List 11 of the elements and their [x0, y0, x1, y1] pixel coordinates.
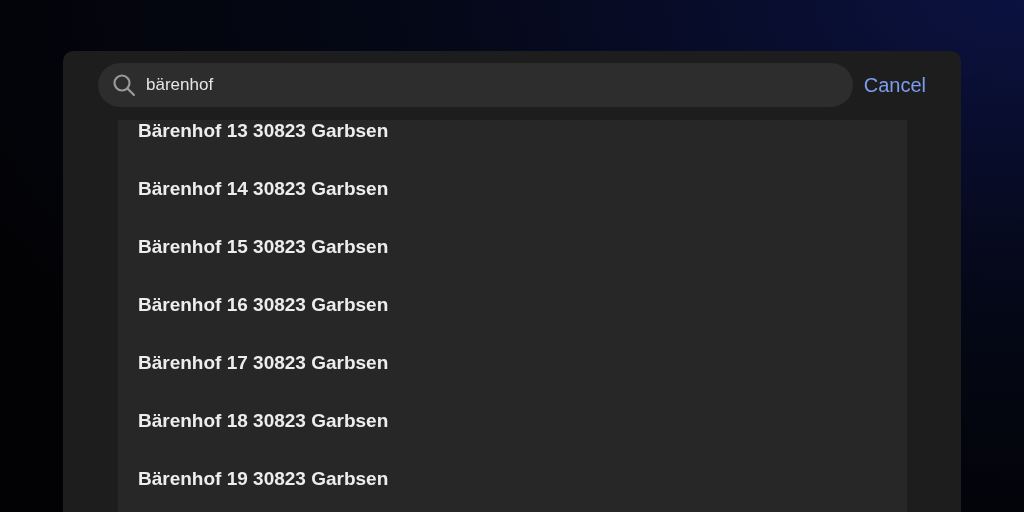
result-item[interactable]: Bärenhof 19 30823 Garbsen — [138, 468, 389, 490]
result-item[interactable]: Bärenhof 17 30823 Garbsen — [138, 352, 389, 374]
cancel-button[interactable]: Cancel — [863, 73, 926, 97]
result-item[interactable]: Bärenhof 14 30823 Garbsen — [138, 178, 389, 200]
search-icon — [112, 73, 136, 97]
result-item[interactable]: Bärenhof 13 30823 Garbsen — [138, 120, 389, 142]
search-input[interactable]: bärenhof — [146, 75, 839, 95]
search-field[interactable]: bärenhof — [98, 63, 853, 107]
result-item[interactable]: Bärenhof 16 30823 Garbsen — [138, 294, 389, 316]
result-item[interactable]: Bärenhof 18 30823 Garbsen — [138, 410, 389, 432]
result-item[interactable]: Bärenhof 15 30823 Garbsen — [138, 236, 389, 258]
